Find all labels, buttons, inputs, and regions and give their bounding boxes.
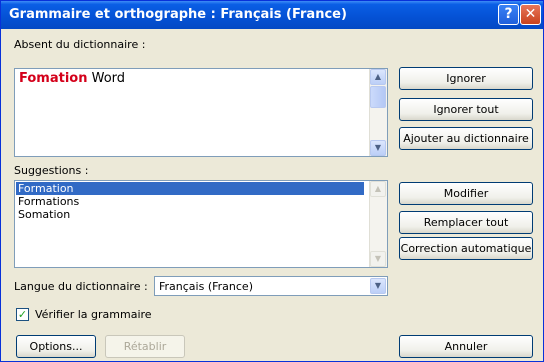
title-bar[interactable]: Grammaire et orthographe : Français (Fra… (1, 1, 543, 29)
misspelled-word[interactable]: Fomation (19, 71, 87, 86)
replace-all-button[interactable]: Remplacer tout (399, 211, 533, 234)
chevron-down-icon: ▼ (374, 254, 382, 263)
grammar-checkbox[interactable]: ✓ (16, 308, 29, 321)
scroll-thumb[interactable] (370, 86, 386, 108)
chevron-down-icon: ▼ (374, 281, 382, 290)
scroll-down-button[interactable]: ▼ (370, 251, 386, 267)
suggestions-list[interactable]: Formation Formations Somation ▲ ▼ (14, 180, 388, 268)
chevron-up-icon: ▲ (374, 72, 382, 81)
add-to-dictionary-button[interactable]: Ajouter au dictionnaire (399, 127, 533, 150)
absent-text: Fomation Word (19, 71, 125, 86)
suggestion-item[interactable]: Formations (16, 195, 364, 208)
grammar-checkbox-label[interactable]: Vérifier la grammaire (35, 308, 152, 321)
window-title: Grammaire et orthographe : Français (Fra… (9, 7, 347, 22)
dropdown-button[interactable]: ▼ (370, 278, 386, 294)
checkmark-icon: ✓ (17, 308, 28, 321)
language-select[interactable]: Français (France) ▼ (154, 276, 388, 296)
help-icon: ? (504, 6, 513, 22)
language-value: Français (France) (159, 280, 253, 293)
chevron-up-icon: ▲ (374, 184, 382, 193)
suggestions-scrollbar[interactable]: ▲ ▼ (369, 181, 387, 267)
context-text: Word (87, 71, 126, 86)
ignore-button[interactable]: Ignorer (399, 67, 533, 90)
scroll-down-button[interactable]: ▼ (370, 140, 386, 156)
absent-textbox[interactable]: Fomation Word ▲ ▼ (14, 68, 388, 157)
cancel-button[interactable]: Annuler (399, 335, 533, 358)
ignore-all-button[interactable]: Ignorer tout (399, 98, 533, 121)
suggestions-label: Suggestions : (14, 164, 89, 177)
options-button[interactable]: Options... (16, 335, 96, 358)
autocorrect-button[interactable]: Correction automatique (399, 237, 533, 260)
close-icon: ✕ (524, 6, 537, 22)
chevron-down-icon: ▼ (374, 143, 382, 152)
close-button[interactable]: ✕ (520, 4, 541, 25)
help-button[interactable]: ? (498, 4, 519, 25)
spelling-grammar-dialog: Grammaire et orthographe : Français (Fra… (0, 0, 544, 362)
modify-button[interactable]: Modifier (399, 182, 533, 205)
scroll-up-button[interactable]: ▲ (370, 181, 386, 197)
absent-label: Absent du dictionnaire : (14, 38, 146, 51)
suggestion-item[interactable]: Formation (16, 182, 364, 195)
suggestion-item[interactable]: Somation (16, 208, 364, 221)
absent-scrollbar[interactable]: ▲ ▼ (369, 69, 387, 156)
scroll-up-button[interactable]: ▲ (370, 69, 386, 85)
language-label: Langue du dictionnaire : (14, 280, 148, 293)
restore-button[interactable]: Rétablir (105, 335, 185, 358)
suggestions-items: Formation Formations Somation (16, 182, 364, 221)
